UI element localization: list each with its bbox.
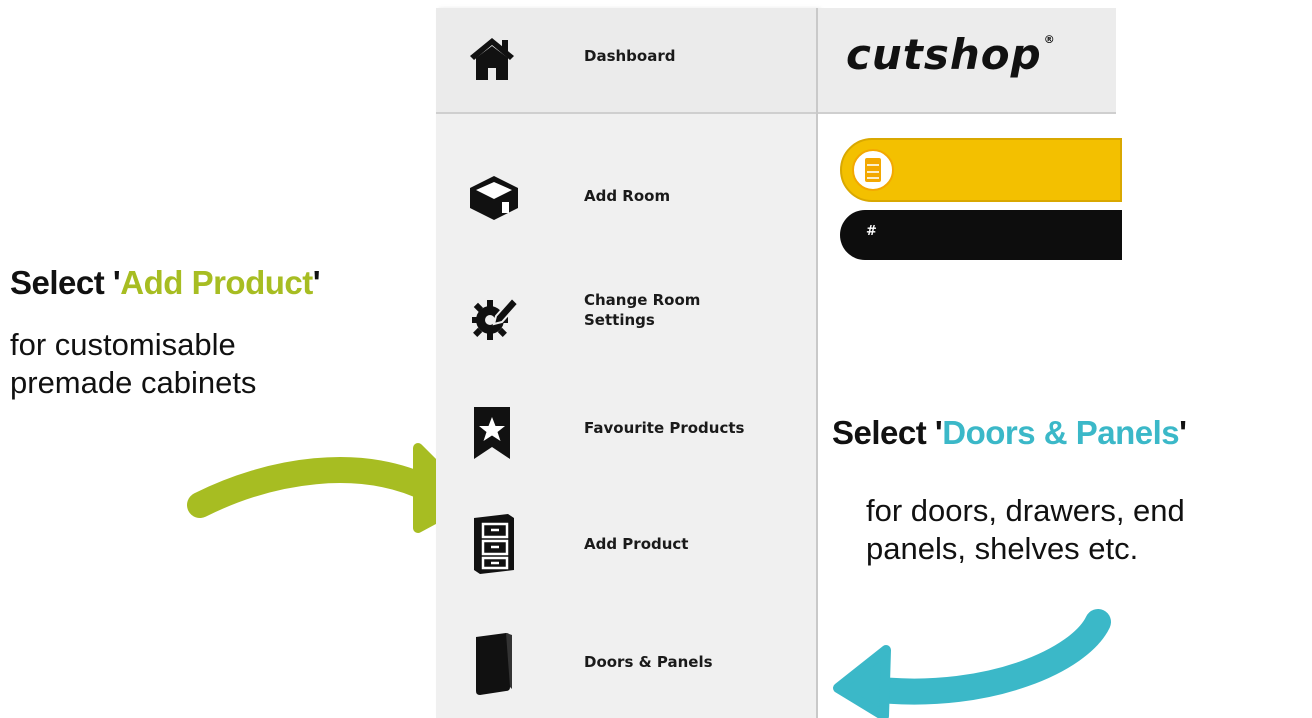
teal-arrow-icon bbox=[833, 609, 1111, 718]
